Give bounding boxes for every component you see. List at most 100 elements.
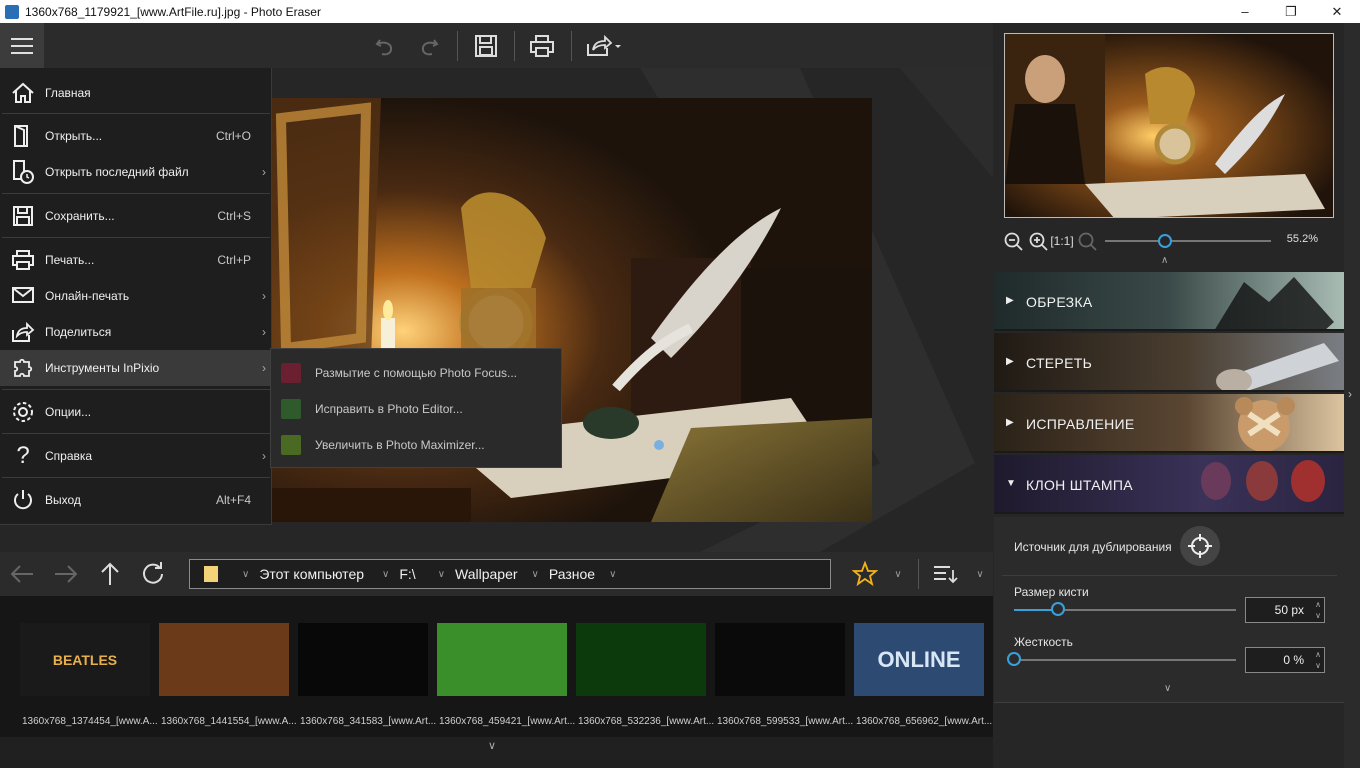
chevron-right-icon: › <box>262 449 266 463</box>
chevron-down-icon[interactable]: ∨ <box>609 569 616 580</box>
menu-item-print[interactable]: Печать... Ctrl+P <box>0 242 271 278</box>
chevron-down-icon[interactable]: ∨ <box>970 560 990 588</box>
thumbnail-image[interactable]: ONLINE <box>854 623 984 696</box>
close-button[interactable]: ✕ <box>1314 0 1360 23</box>
menu-item-inpixio-tools[interactable]: Инструменты InPixio › <box>0 350 271 386</box>
hamburger-menu-icon[interactable] <box>0 23 44 68</box>
crosshair-icon[interactable] <box>1180 526 1220 566</box>
menu-item-share[interactable]: Поделиться › <box>0 314 271 350</box>
thumbnail-caption: ONLINE <box>877 646 961 672</box>
thumbnail-image[interactable] <box>715 623 845 696</box>
print-icon[interactable] <box>527 31 557 61</box>
chevron-right-icon: › <box>262 165 266 179</box>
browser-nav-bar: ∨ Этот компьютер ∨ F:\ ∨ Wallpaper ∨ Раз… <box>0 552 993 596</box>
menu-item-exit[interactable]: Выход Alt+F4 <box>0 482 271 518</box>
hardness-spinner[interactable]: 0 % ∧ ∨ <box>1245 647 1325 673</box>
thumbnail-label: 1360x768_459421_[www.Art... <box>439 716 575 727</box>
chevron-down-icon[interactable]: ∨ <box>888 560 908 588</box>
thumbnail-image[interactable]: BEATLES <box>20 623 150 696</box>
menu-item-label: Поделиться <box>45 325 112 339</box>
actual-size-icon[interactable]: [1:1] <box>1050 231 1073 251</box>
thumbnail-image[interactable] <box>159 623 289 696</box>
menu-item-label: Инструменты InPixio <box>45 361 160 375</box>
section-retouch[interactable]: ▶ ИСПРАВЛЕНИЕ <box>994 394 1344 453</box>
refresh-icon[interactable] <box>139 560 167 588</box>
back-arrow-icon[interactable] <box>8 560 36 588</box>
submenu-item-photo-editor[interactable]: Исправить в Photo Editor... <box>271 391 561 427</box>
brush-size-slider-thumb[interactable] <box>1051 602 1066 616</box>
zoom-controls: [1:1] 55.2% <box>993 228 1344 254</box>
thumbnail-label: 1360x768_656962_[www.Art... <box>856 716 992 727</box>
gear-icon <box>10 399 36 425</box>
menu-item-open-recent[interactable]: Открыть последний файл › <box>0 154 271 190</box>
up-arrow-icon[interactable] <box>96 560 124 588</box>
redo-icon[interactable] <box>414 31 444 61</box>
submenu-item-photo-maximizer[interactable]: Увеличить в Photo Maximizer... <box>271 427 561 463</box>
brush-size-spinner[interactable]: 50 px ∧ ∨ <box>1245 597 1325 623</box>
fit-screen-icon[interactable] <box>1077 231 1097 251</box>
menu-item-online-print[interactable]: Онлайн-печать › <box>0 278 271 314</box>
zoom-in-icon[interactable] <box>1028 231 1048 251</box>
hardness-slider[interactable] <box>1014 659 1236 661</box>
expand-triangle-icon: ▶ <box>1006 417 1014 428</box>
maximize-button[interactable]: ❐ <box>1268 0 1314 23</box>
forward-arrow-icon[interactable] <box>52 560 80 588</box>
zoom-slider-thumb[interactable] <box>1157 234 1172 248</box>
chevron-right-icon: › <box>262 289 266 303</box>
path-breadcrumb[interactable]: ∨ Этот компьютер ∨ F:\ ∨ Wallpaper ∨ Раз… <box>189 559 831 589</box>
zoom-out-icon[interactable] <box>1003 231 1023 251</box>
chevron-right-icon[interactable]: › <box>1348 387 1352 401</box>
breadcrumb-segment[interactable]: Этот компьютер <box>259 566 364 582</box>
share-icon[interactable] <box>584 31 624 61</box>
bottom-bar: ∨ <box>0 737 993 768</box>
home-icon <box>10 80 36 106</box>
menu-item-label: Выход <box>45 493 81 507</box>
undo-icon[interactable] <box>370 31 400 61</box>
menu-item-shortcut: Ctrl+P <box>217 253 251 267</box>
breadcrumb-segment[interactable]: Разное <box>549 566 595 582</box>
right-panel: [1:1] 55.2% ∧ ▶ ОБРЕЗКА ▶ СТЕРЕТЬ ▶ ИСПР… <box>993 23 1344 768</box>
clone-source-label: Источник для дублирования <box>1014 540 1172 554</box>
hardness-slider-thumb[interactable] <box>1007 652 1021 666</box>
chevron-down-icon[interactable]: ∨ <box>488 739 496 752</box>
puzzle-icon <box>10 355 36 381</box>
menu-item-shortcut: Ctrl+S <box>217 209 251 223</box>
navigator-preview[interactable] <box>1004 33 1334 218</box>
section-clone-stamp[interactable]: ▼ КЛОН ШТАМПА <box>994 455 1344 514</box>
submenu-item-label: Размытие с помощью Photo Focus... <box>315 366 517 380</box>
chevron-up-icon[interactable]: ∧ <box>1161 255 1168 266</box>
sort-list-icon[interactable] <box>930 560 958 588</box>
chevron-down-icon[interactable]: ∨ <box>438 569 445 580</box>
stepper-arrows-icon[interactable]: ∧ ∨ <box>1315 599 1321 621</box>
chevron-down-icon[interactable]: ∨ <box>242 569 249 580</box>
section-erase[interactable]: ▶ СТЕРЕТЬ <box>994 333 1344 392</box>
submenu-item-photo-focus[interactable]: Размытие с помощью Photo Focus... <box>271 355 561 391</box>
save-icon[interactable] <box>471 31 501 61</box>
menu-item-save[interactable]: Сохранить... Ctrl+S <box>0 198 271 234</box>
chevron-right-icon: › <box>262 325 266 339</box>
menu-item-options[interactable]: Опции... <box>0 394 271 430</box>
thumbnail-image[interactable] <box>576 623 706 696</box>
menu-item-label: Сохранить... <box>45 209 115 223</box>
star-icon[interactable] <box>851 560 879 588</box>
recent-file-icon <box>10 159 36 185</box>
stepper-arrows-icon[interactable]: ∧ ∨ <box>1315 649 1321 671</box>
section-title: КЛОН ШТАМПА <box>1026 477 1133 493</box>
chevron-down-icon[interactable]: ∨ <box>1164 683 1171 694</box>
thumbnail-image[interactable] <box>298 623 428 696</box>
breadcrumb-segment[interactable]: Wallpaper <box>455 566 518 582</box>
section-crop[interactable]: ▶ ОБРЕЗКА <box>994 272 1344 331</box>
minimize-button[interactable]: – <box>1222 0 1268 23</box>
menu-item-open[interactable]: Открыть... Ctrl+O <box>0 118 271 154</box>
menu-item-home[interactable]: Главная <box>0 75 271 111</box>
zoom-slider[interactable] <box>1105 240 1271 242</box>
power-icon <box>10 487 36 513</box>
chevron-down-icon[interactable]: ∨ <box>382 569 389 580</box>
breadcrumb-segment[interactable]: F:\ <box>399 566 415 582</box>
chevron-down-icon[interactable]: ∨ <box>532 569 539 580</box>
thumbnail-image[interactable] <box>437 623 567 696</box>
toolbar <box>0 23 993 68</box>
panel-collapse-bar[interactable]: › <box>1344 23 1360 768</box>
menu-item-help[interactable]: ? Справка › <box>0 438 271 474</box>
open-icon <box>10 123 36 149</box>
